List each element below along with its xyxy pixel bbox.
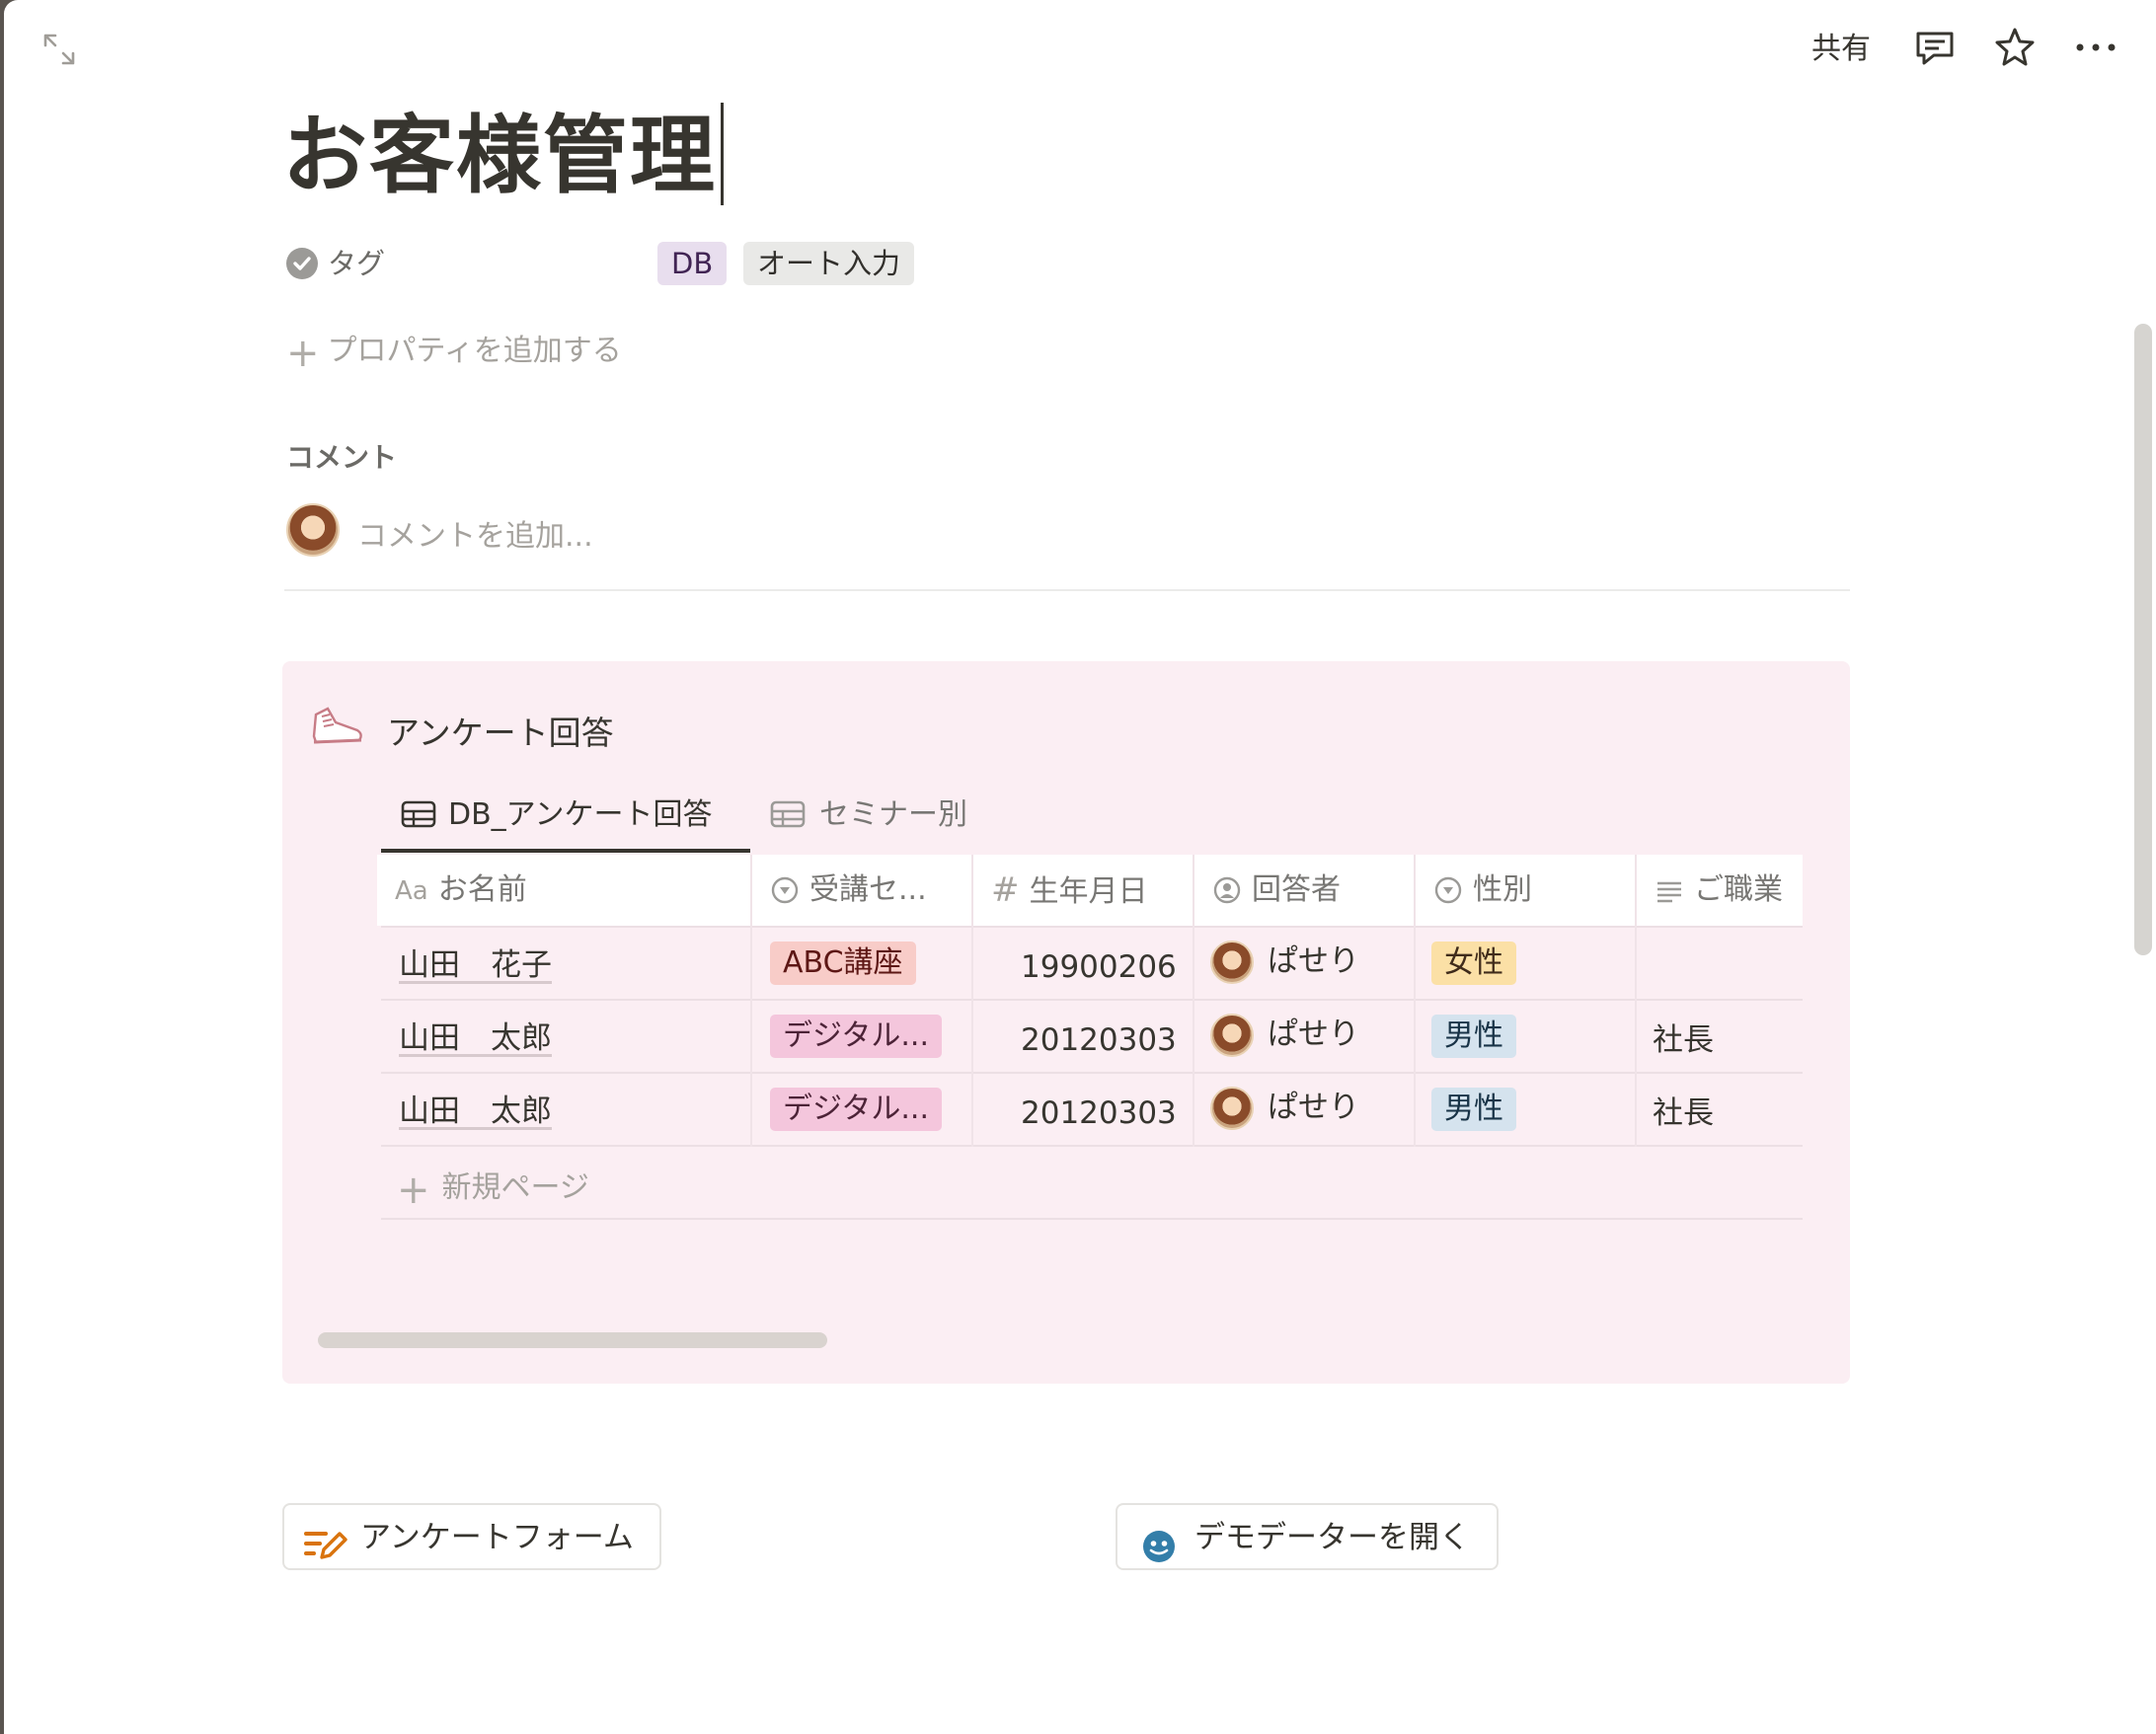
seminar-pill[interactable]: デジタル...	[770, 1088, 943, 1131]
birthdate-cell[interactable]: 19900206	[1021, 945, 1177, 989]
row-name[interactable]: 山田 太郎	[399, 1017, 552, 1060]
text-caret	[721, 103, 724, 205]
birthdate-cell[interactable]: 20120303	[1021, 1092, 1177, 1135]
seminar-pill[interactable]: ABC講座	[770, 942, 916, 985]
comment-icon[interactable]	[1914, 28, 1956, 73]
seminar-pill[interactable]: デジタル...	[770, 1015, 943, 1058]
tab-seminar[interactable]: セミナー別	[770, 790, 967, 838]
tag-auto-input[interactable]: オート入力	[743, 242, 915, 285]
tab-label: セミナー別	[819, 797, 967, 832]
respondent-cell[interactable]: ぱせり	[1268, 1013, 1359, 1056]
new-page-label: 新規ページ	[441, 1170, 589, 1205]
column-header-gender[interactable]: 性別	[1416, 855, 1635, 926]
occupation-cell[interactable]: 社長	[1653, 1018, 1714, 1062]
comments-heading: コメント	[286, 441, 398, 474]
birthdate-cell[interactable]: 20120303	[1021, 1018, 1177, 1062]
column-header-birthdate[interactable]: # 生年月日	[973, 855, 1193, 926]
share-button[interactable]: 共有	[1811, 24, 1871, 67]
survey-form-label: アンケートフォーム	[360, 1520, 634, 1555]
row-divider	[381, 1072, 1803, 1074]
plus-icon: +	[397, 1168, 430, 1213]
vertical-scrollbar[interactable]	[2134, 324, 2152, 955]
avatar	[1210, 1014, 1254, 1057]
text-type-icon: Aa	[395, 876, 428, 906]
sneaker-icon	[308, 701, 365, 752]
row-name[interactable]: 山田 太郎	[399, 1090, 552, 1133]
check-circle-icon	[286, 248, 318, 279]
gender-pill[interactable]: 女性	[1431, 942, 1516, 985]
tag-db[interactable]: DB	[657, 242, 728, 285]
respondent-cell[interactable]: ぱせり	[1268, 940, 1359, 983]
row-divider	[381, 926, 1803, 928]
respondent-cell[interactable]: ぱせり	[1268, 1086, 1359, 1129]
divider	[284, 589, 1850, 591]
new-page-button[interactable]: + 新規ページ	[397, 1163, 589, 1213]
column-header-occupation[interactable]: ご職業	[1637, 855, 1803, 926]
more-icon[interactable]	[2074, 30, 2118, 69]
text-lines-icon	[1655, 855, 1684, 926]
comment-input[interactable]: コメントを追加...	[357, 511, 593, 555]
column-label: 受講セ...	[809, 872, 927, 907]
gender-pill[interactable]: 男性	[1431, 1015, 1516, 1058]
column-header-seminar[interactable]: 受講セ...	[752, 855, 971, 926]
survey-form-button[interactable]: アンケートフォーム	[282, 1503, 661, 1570]
tab-label: DB_アンケート回答	[448, 797, 713, 832]
open-demo-button[interactable]: デモデーターを開く	[1116, 1503, 1499, 1570]
active-tab-indicator	[381, 849, 750, 853]
number-type-icon: #	[991, 870, 1020, 910]
form-edit-icon	[304, 1521, 347, 1586]
avatar	[286, 503, 340, 557]
column-label: 性別	[1473, 872, 1532, 907]
column-header-respondent[interactable]: 回答者	[1194, 855, 1414, 926]
person-type-icon	[1212, 855, 1242, 926]
row-divider	[381, 999, 1803, 1001]
avatar	[1210, 1087, 1254, 1130]
page-title[interactable]: お客様管理	[282, 97, 717, 215]
smile-icon	[1141, 1522, 1177, 1587]
expand-icon[interactable]	[41, 32, 77, 71]
column-label: 回答者	[1252, 872, 1341, 907]
horizontal-scrollbar[interactable]	[318, 1332, 827, 1348]
column-divider	[971, 855, 973, 1147]
callout-title: アンケート回答	[387, 714, 614, 752]
gender-pill[interactable]: 男性	[1431, 1088, 1516, 1131]
row-divider	[381, 1145, 1803, 1147]
property-label[interactable]: タグ	[328, 241, 385, 282]
row-name[interactable]: 山田 花子	[399, 943, 552, 987]
tab-db-survey[interactable]: DB_アンケート回答	[401, 790, 712, 838]
page-window: 共有 お客様管理 タグ DB オート入力 + プロパティを追加する コメント コメ…	[4, 0, 2156, 1734]
column-label: 生年月日	[1029, 874, 1148, 909]
column-divider	[750, 855, 752, 1147]
column-divider	[1414, 855, 1416, 1147]
add-property-button[interactable]: + プロパティを追加する	[286, 326, 622, 376]
column-divider	[1193, 855, 1194, 1147]
select-type-icon	[1433, 855, 1463, 926]
select-type-icon	[770, 855, 800, 926]
table-icon	[401, 798, 436, 838]
avatar	[1210, 941, 1254, 984]
column-label: ご職業	[1694, 872, 1783, 907]
column-divider	[1635, 855, 1637, 1147]
row-divider	[381, 1218, 1803, 1220]
column-header-name[interactable]: Aa お名前	[377, 855, 750, 926]
column-label: お名前	[437, 872, 527, 907]
open-demo-label: デモデーターを開く	[1194, 1520, 1470, 1555]
add-property-label: プロパティを追加する	[327, 334, 622, 368]
plus-icon: +	[286, 331, 320, 376]
star-icon[interactable]	[1994, 26, 2036, 71]
table-icon	[770, 798, 806, 838]
occupation-cell[interactable]: 社長	[1653, 1092, 1714, 1135]
